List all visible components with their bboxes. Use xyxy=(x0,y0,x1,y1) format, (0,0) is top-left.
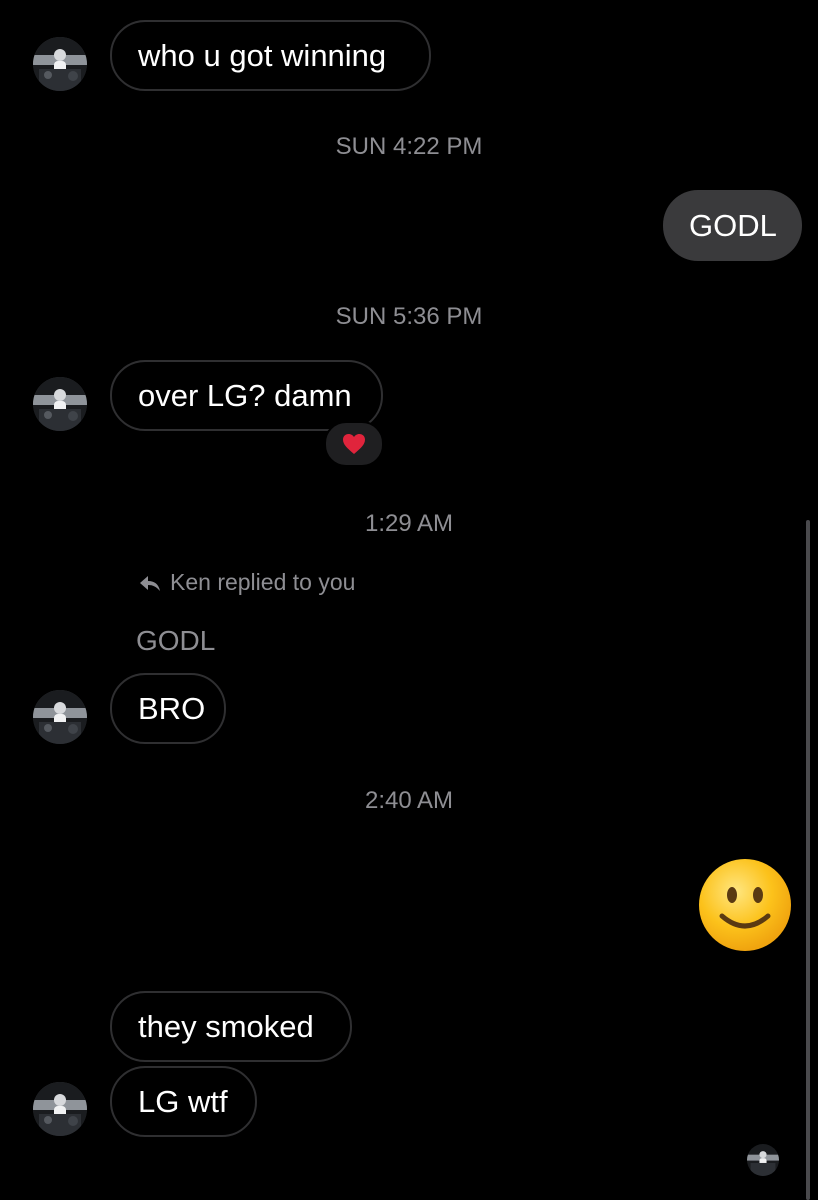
heart-reaction[interactable] xyxy=(324,421,384,467)
heart-icon xyxy=(343,434,365,454)
timestamp: SUN 5:36 PM xyxy=(335,303,483,330)
reply-header-text: Ken replied to you xyxy=(170,569,356,595)
message-text: they smoked xyxy=(138,1009,314,1044)
message-text: LG wtf xyxy=(138,1084,228,1119)
sender-avatar[interactable] xyxy=(33,690,87,744)
message-text: GODL xyxy=(689,208,777,243)
timestamp: SUN 4:22 PM xyxy=(335,133,483,160)
slightly-smiling-face-icon[interactable] xyxy=(698,858,792,952)
sender-avatar[interactable] xyxy=(33,377,87,431)
message-bubble-incoming[interactable]: LG wtf xyxy=(110,1066,257,1137)
seen-avatar xyxy=(747,1144,779,1176)
avatar-photo-icon xyxy=(33,1082,87,1136)
timestamp: 1:29 AM xyxy=(364,510,454,537)
avatar-photo-icon xyxy=(747,1144,779,1176)
avatar-photo-icon xyxy=(33,37,87,91)
message-text: over LG? damn xyxy=(138,378,352,413)
sender-avatar[interactable] xyxy=(33,1082,87,1136)
reply-header: Ken replied to you xyxy=(138,569,355,596)
message-bubble-outgoing[interactable]: GODL xyxy=(663,190,802,261)
scrollbar[interactable] xyxy=(806,520,810,1200)
message-bubble-incoming[interactable]: who u got winning xyxy=(110,20,431,91)
message-bubble-incoming[interactable]: BRO xyxy=(110,673,226,744)
reply-quote[interactable]: GODL xyxy=(136,625,215,657)
avatar-photo-icon xyxy=(33,690,87,744)
message-text: BRO xyxy=(138,691,206,726)
reply-arrow-icon xyxy=(140,575,160,591)
message-bubble-incoming[interactable]: they smoked xyxy=(110,991,352,1062)
timestamp: 2:40 AM xyxy=(364,787,454,814)
message-text: who u got winning xyxy=(138,38,387,73)
avatar-photo-icon xyxy=(33,377,87,431)
sender-avatar[interactable] xyxy=(33,37,87,91)
